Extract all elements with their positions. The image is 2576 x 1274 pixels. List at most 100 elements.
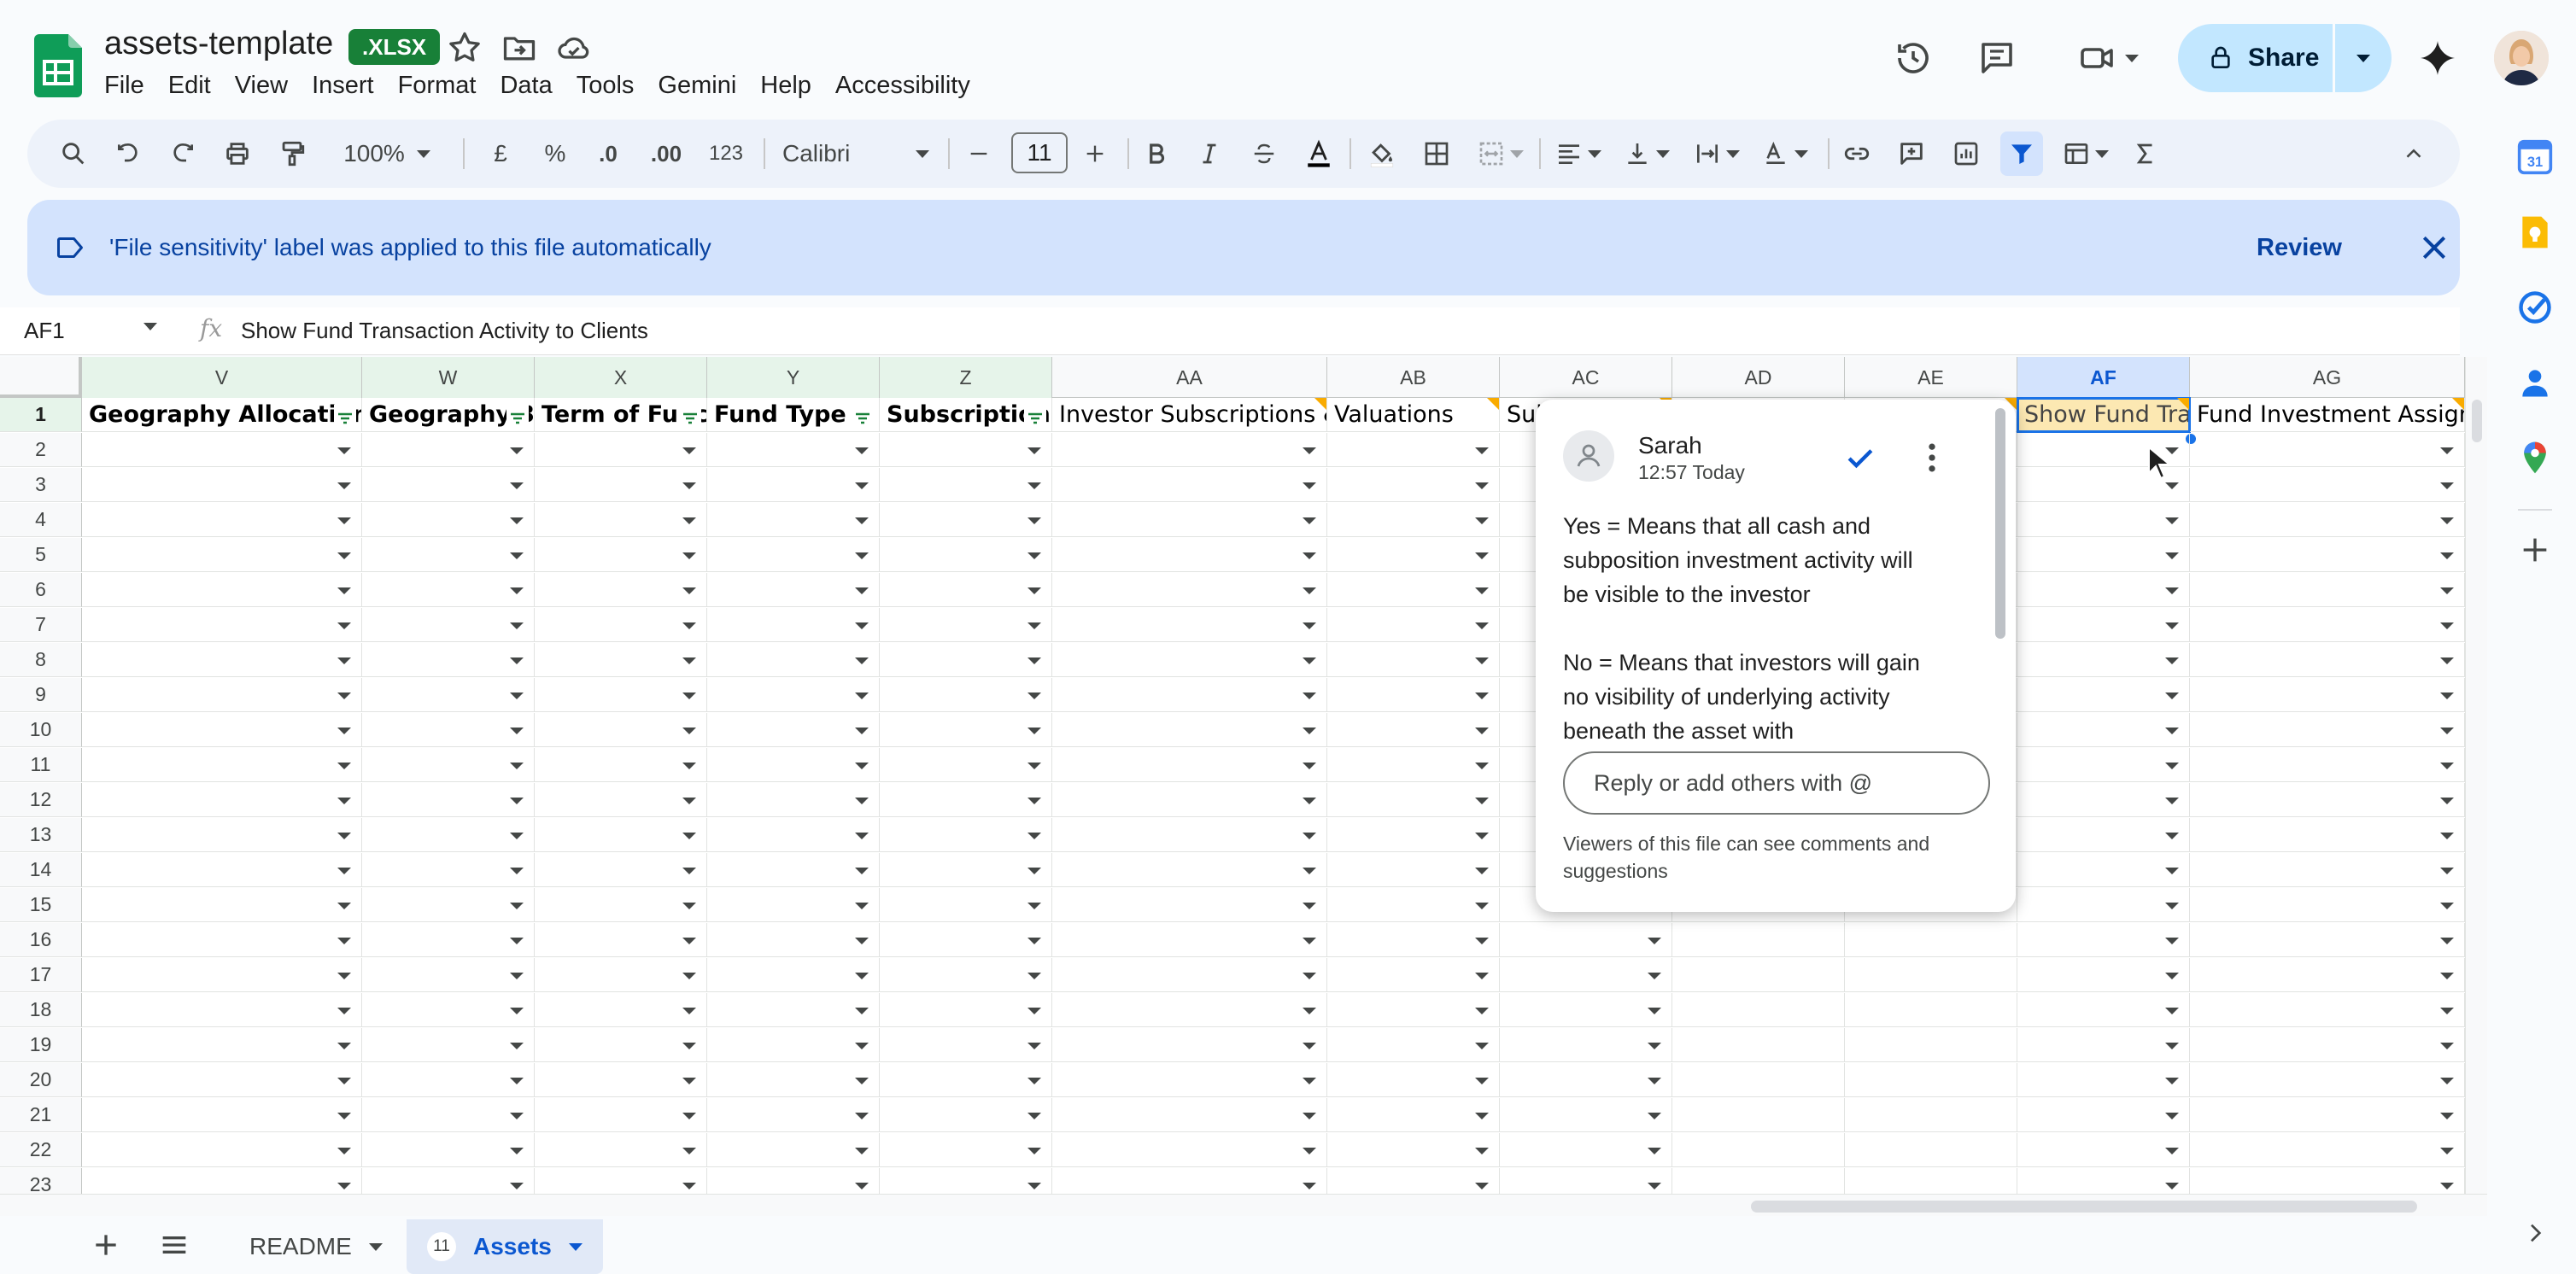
dropdown-arrow-icon[interactable]	[682, 1183, 696, 1189]
dropdown-arrow-icon[interactable]	[1475, 622, 1489, 629]
grid-cell[interactable]	[2190, 958, 2465, 992]
grid-cell[interactable]	[1052, 608, 1327, 642]
grid-cell[interactable]	[2017, 853, 2190, 887]
dropdown-arrow-icon[interactable]	[1475, 868, 1489, 874]
grid-cell[interactable]	[880, 923, 1052, 957]
dropdown-arrow-icon[interactable]	[1303, 693, 1316, 699]
dropdown-arrow-icon[interactable]	[1475, 657, 1489, 664]
share-dropdown-button[interactable]	[2335, 24, 2392, 92]
grid-cell[interactable]	[82, 853, 362, 887]
version-history-button[interactable]	[1888, 32, 1939, 84]
dropdown-arrow-icon[interactable]	[2165, 622, 2179, 629]
dropdown-arrow-icon[interactable]	[337, 552, 351, 559]
grid-cell[interactable]	[1052, 1028, 1327, 1062]
more-formats-button[interactable]: 123	[700, 131, 752, 176]
dropdown-arrow-icon[interactable]	[855, 1078, 869, 1084]
grid-cell[interactable]	[880, 748, 1052, 782]
grid-cell[interactable]	[362, 1063, 535, 1097]
grid-cell[interactable]	[535, 853, 707, 887]
currency-format-button[interactable]: £	[480, 131, 521, 176]
grid-cell[interactable]	[707, 1028, 880, 1062]
print-button[interactable]	[217, 131, 258, 176]
grid-cell[interactable]	[535, 1098, 707, 1132]
grid-cell[interactable]	[362, 748, 535, 782]
grid-cell[interactable]	[707, 888, 880, 922]
dropdown-arrow-icon[interactable]	[1303, 1148, 1316, 1154]
header-cell-x[interactable]: Term of Func	[535, 398, 707, 432]
grid-cell[interactable]	[1052, 1098, 1327, 1132]
chevron-down-icon[interactable]	[368, 1242, 383, 1251]
column-header-z[interactable]: Z	[880, 357, 1052, 398]
grid-cell[interactable]	[2017, 713, 2190, 747]
grid-cell[interactable]	[362, 853, 535, 887]
grid-cell[interactable]	[2190, 713, 2465, 747]
dropdown-arrow-icon[interactable]	[682, 1078, 696, 1084]
dropdown-arrow-icon[interactable]	[682, 482, 696, 489]
dropdown-arrow-icon[interactable]	[1475, 587, 1489, 594]
font-size-input[interactable]: 11	[1011, 132, 1068, 173]
sheet-tab-readme[interactable]: README	[229, 1219, 403, 1274]
grid-cell[interactable]	[535, 888, 707, 922]
row-header-4[interactable]: 4	[0, 503, 82, 537]
collapse-menus-button[interactable]	[2393, 131, 2434, 176]
row-header-16[interactable]: 16	[0, 923, 82, 957]
dropdown-arrow-icon[interactable]	[1303, 552, 1316, 559]
decrease-font-size-button[interactable]	[958, 131, 999, 176]
grid-cell[interactable]	[707, 1098, 880, 1132]
dropdown-arrow-icon[interactable]	[337, 1008, 351, 1014]
dropdown-arrow-icon[interactable]	[682, 447, 696, 454]
grid-cell[interactable]	[535, 643, 707, 677]
column-header-af[interactable]: AF	[2017, 357, 2190, 398]
grid-cell[interactable]	[362, 678, 535, 712]
dropdown-arrow-icon[interactable]	[337, 1183, 351, 1189]
grid-cell[interactable]	[880, 1133, 1052, 1167]
horizontal-scrollbar[interactable]	[0, 1194, 2487, 1216]
grid-cell[interactable]	[362, 1133, 535, 1167]
formula-input[interactable]: Show Fund Transaction Activity to Client…	[241, 318, 648, 344]
dropdown-arrow-icon[interactable]	[682, 973, 696, 979]
dropdown-arrow-icon[interactable]	[855, 447, 869, 454]
dropdown-arrow-icon[interactable]	[337, 1148, 351, 1154]
close-icon[interactable]	[2417, 231, 2451, 265]
menu-insert[interactable]: Insert	[300, 68, 386, 102]
grid-cell[interactable]	[880, 818, 1052, 852]
grid-cell[interactable]	[1672, 1028, 1845, 1062]
grid-cell[interactable]	[362, 643, 535, 677]
grid-cell[interactable]	[1327, 1133, 1500, 1167]
grid-cell[interactable]	[707, 573, 880, 607]
menu-gemini[interactable]: Gemini	[646, 68, 748, 102]
grid-cell[interactable]	[2017, 888, 2190, 922]
grid-cell[interactable]	[2190, 1063, 2465, 1097]
dropdown-arrow-icon[interactable]	[1303, 833, 1316, 839]
bold-button[interactable]	[1136, 131, 1177, 176]
grid-cell[interactable]	[707, 678, 880, 712]
grid-cell[interactable]	[1327, 643, 1500, 677]
grid-cell[interactable]	[2017, 1098, 2190, 1132]
menu-format[interactable]: Format	[386, 68, 489, 102]
grid-cell[interactable]	[1672, 993, 1845, 1027]
grid-cell[interactable]	[2190, 643, 2465, 677]
grid-cell[interactable]	[82, 748, 362, 782]
dropdown-arrow-icon[interactable]	[1475, 693, 1489, 699]
dropdown-arrow-icon[interactable]	[855, 1113, 869, 1119]
dropdown-arrow-icon[interactable]	[855, 622, 869, 629]
grid-cell[interactable]	[1672, 923, 1845, 957]
dropdown-arrow-icon[interactable]	[1027, 868, 1041, 874]
dropdown-arrow-icon[interactable]	[1648, 1008, 1661, 1014]
dropdown-arrow-icon[interactable]	[510, 868, 524, 874]
dropdown-arrow-icon[interactable]	[337, 798, 351, 804]
dropdown-arrow-icon[interactable]	[2440, 1148, 2454, 1154]
grid-cell[interactable]	[707, 433, 880, 467]
grid-cell[interactable]	[1845, 1133, 2017, 1167]
dropdown-arrow-icon[interactable]	[2165, 1113, 2179, 1119]
grid-cell[interactable]	[707, 468, 880, 502]
dropdown-arrow-icon[interactable]	[2440, 868, 2454, 874]
dropdown-arrow-icon[interactable]	[510, 1183, 524, 1189]
dropdown-arrow-icon[interactable]	[337, 763, 351, 769]
grid-cell[interactable]	[707, 993, 880, 1027]
grid-cell[interactable]	[1327, 678, 1500, 712]
grid-cell[interactable]	[82, 818, 362, 852]
dropdown-arrow-icon[interactable]	[682, 903, 696, 909]
grid-cell[interactable]	[1327, 433, 1500, 467]
dropdown-arrow-icon[interactable]	[2440, 763, 2454, 769]
